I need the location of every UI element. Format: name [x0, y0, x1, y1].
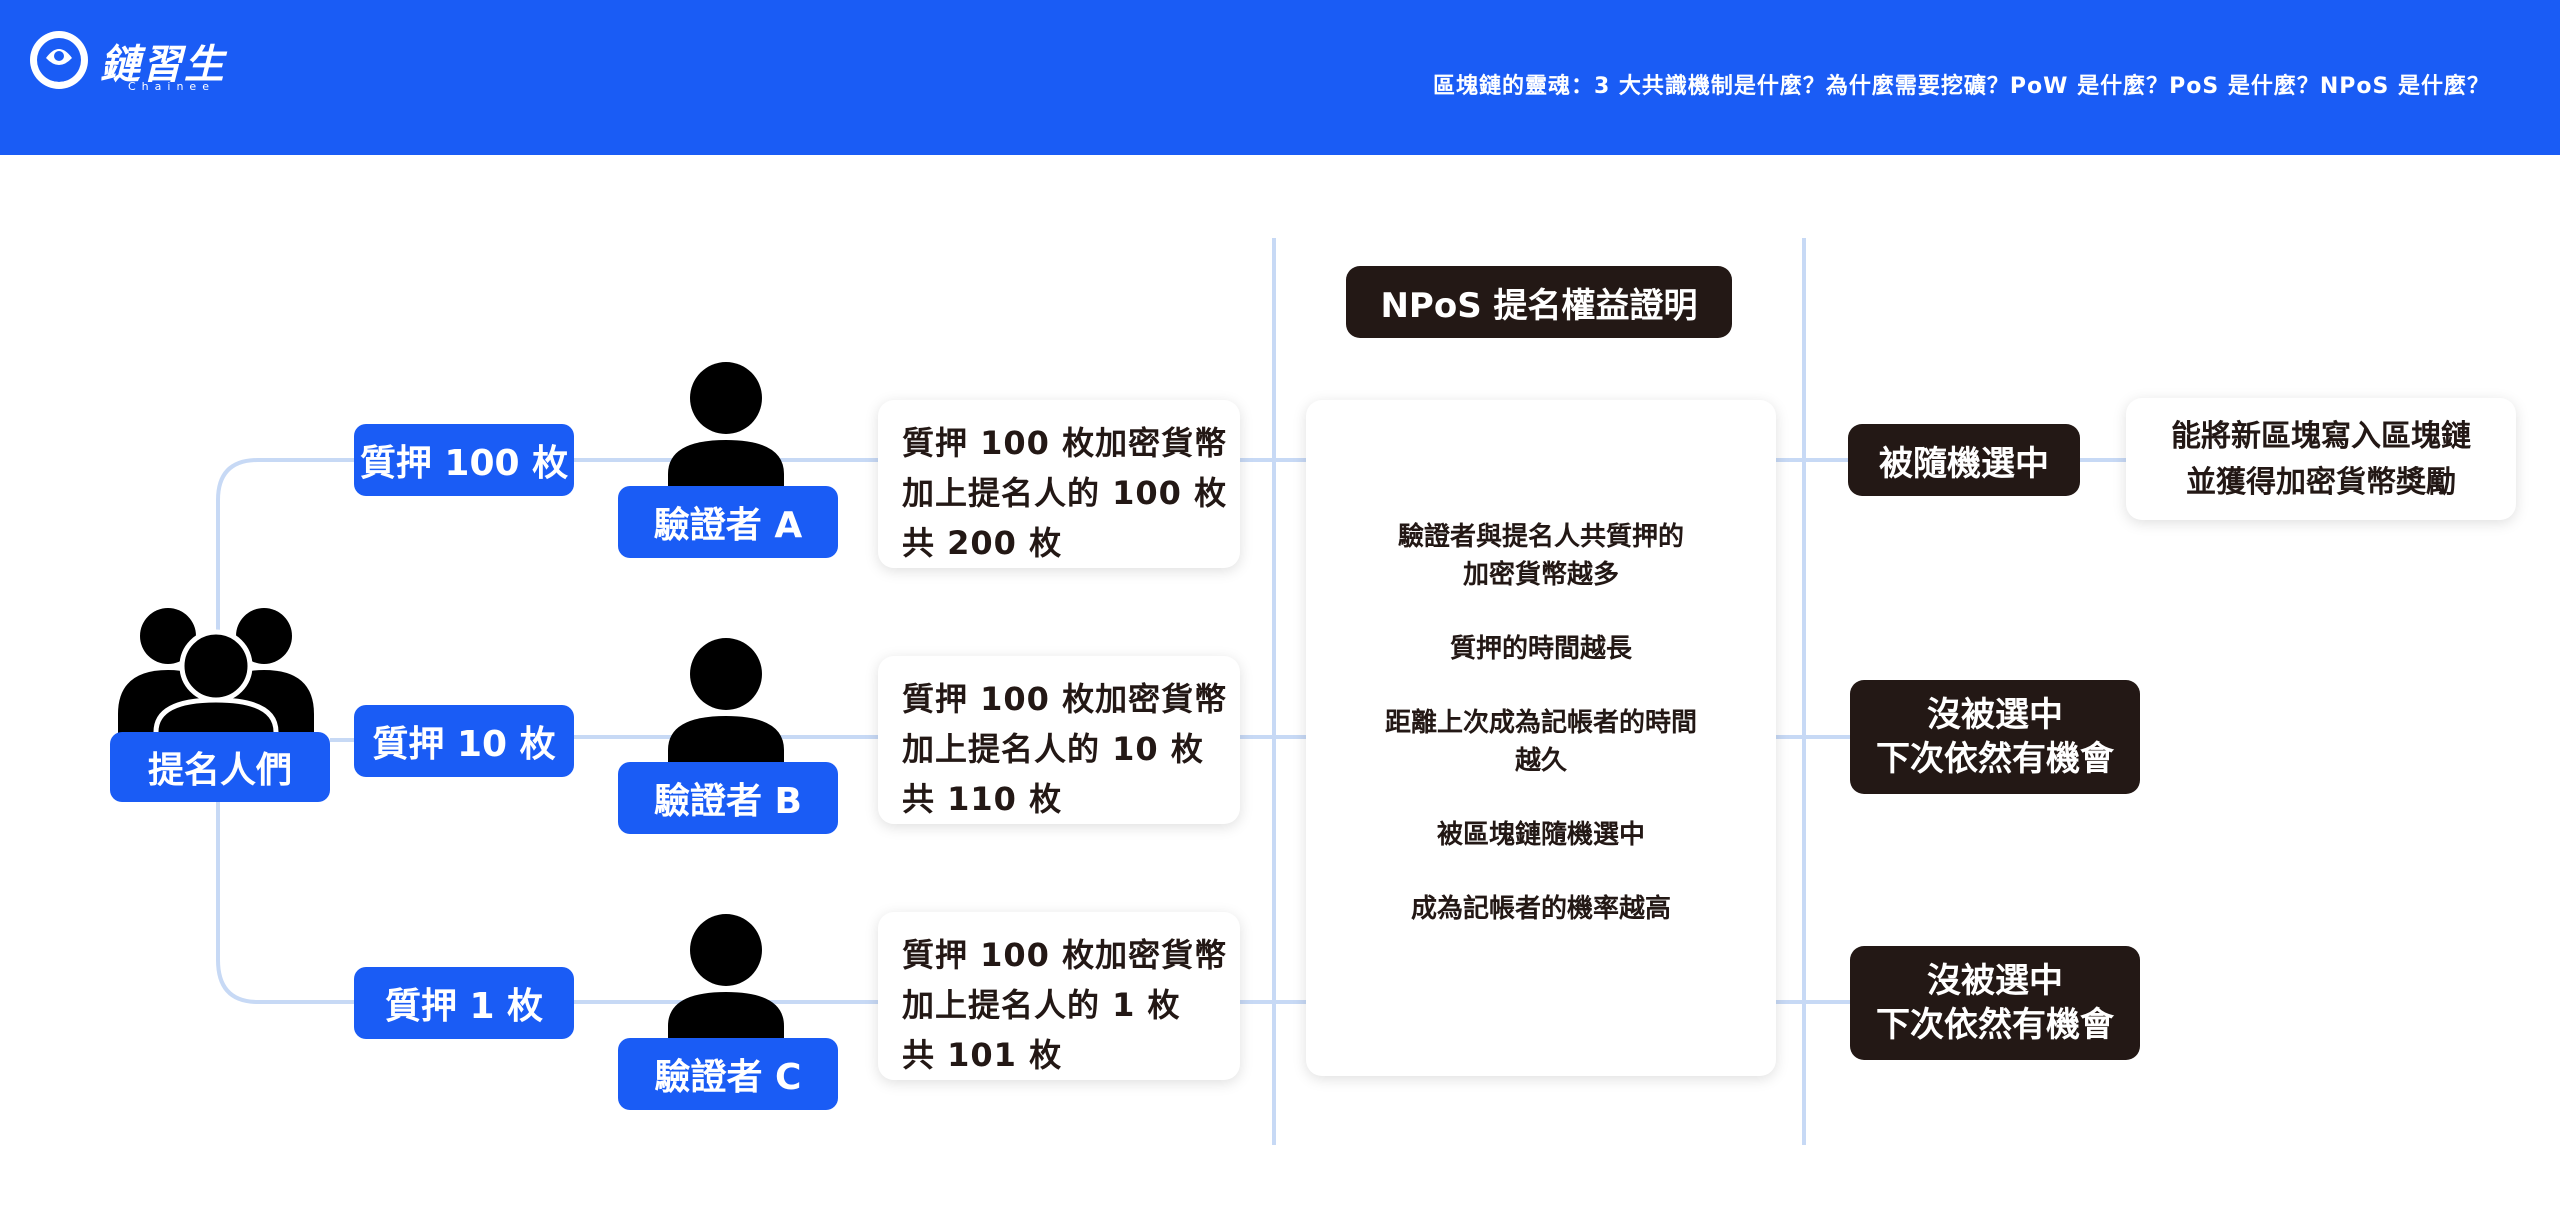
selected-result-line: 並獲得加密貨幣獎勵: [2186, 465, 2456, 500]
criteria-text: 越久: [1514, 746, 1567, 776]
criteria-item-result: 成為記帳者的機率越高: [1306, 890, 1776, 928]
npos-title: NPoS 提名權益證明: [1346, 266, 1732, 338]
criteria-item-duration: 質押的時間越長: [1306, 630, 1776, 668]
stake-card-b-line: 共 110 枚: [902, 780, 1063, 818]
criteria-item-random: 被區塊鏈隨機選中: [1306, 816, 1776, 854]
stake-card-b: 質押 100 枚加密貨幣 加上提名人的 10 枚 共 110 枚: [878, 656, 1240, 824]
criteria-text: 成為記帳者的機率越高: [1410, 894, 1671, 924]
stake-card-a-line: 加上提名人的 100 枚: [902, 474, 1228, 512]
validator-b-person-icon: [668, 638, 784, 766]
stake-card-b-line: 質押 100 枚加密貨幣: [902, 680, 1228, 718]
selected-result-card: 能將新區塊寫入區塊鏈 並獲得加密貨幣獎勵: [2126, 398, 2516, 520]
validator-b-label: 驗證者 B: [618, 762, 838, 834]
selected-badge: 被隨機選中: [1848, 424, 2080, 496]
not-selected-line: 沒被選中: [1927, 961, 2063, 1001]
validator-a-label: 驗證者 A: [618, 486, 838, 558]
stake-pill-10: 質押 10 枚: [354, 705, 574, 777]
selected-result-line: 能將新區塊寫入區塊鏈: [2171, 419, 2471, 454]
criteria-text: 加密貨幣越多: [1462, 560, 1619, 590]
not-selected-line: 下次依然有機會: [1876, 1005, 2114, 1045]
criteria-text: 驗證者與提名人共質押的: [1397, 522, 1684, 552]
npos-criteria-card: 驗證者與提名人共質押的 加密貨幣越多 質押的時間越長 距離上次成為記帳者的時間 …: [1306, 400, 1776, 1076]
criteria-text: 質押的時間越長: [1449, 634, 1632, 664]
criteria-item-last-time: 距離上次成為記帳者的時間 越久: [1306, 704, 1776, 780]
stake-pill-1: 質押 1 枚: [354, 967, 574, 1039]
not-selected-line: 下次依然有機會: [1876, 739, 2114, 779]
criteria-text: 被區塊鏈隨機選中: [1436, 820, 1645, 850]
stake-card-b-line: 加上提名人的 10 枚: [902, 730, 1204, 768]
stake-card-c-line: 質押 100 枚加密貨幣: [902, 936, 1228, 974]
not-selected-badge-b: 沒被選中 下次依然有機會: [1850, 680, 2140, 794]
validator-a-person-icon: [668, 362, 784, 490]
connector-lines: [216, 238, 2130, 1145]
stake-pill-100: 質押 100 枚: [354, 424, 574, 496]
not-selected-line: 沒被選中: [1927, 695, 2063, 735]
nominators-group-icon: [118, 608, 314, 744]
stake-card-c: 質押 100 枚加密貨幣 加上提名人的 1 枚 共 101 枚: [878, 912, 1240, 1080]
criteria-text: 距離上次成為記帳者的時間: [1384, 708, 1697, 738]
validator-c-label: 驗證者 C: [618, 1038, 838, 1110]
validator-c-person-icon: [668, 914, 784, 1042]
criteria-item-amount: 驗證者與提名人共質押的 加密貨幣越多: [1306, 518, 1776, 594]
stake-card-a: 質押 100 枚加密貨幣 加上提名人的 100 枚 共 200 枚: [878, 400, 1240, 568]
stake-card-c-line: 加上提名人的 1 枚: [902, 986, 1181, 1024]
not-selected-badge-c: 沒被選中 下次依然有機會: [1850, 946, 2140, 1060]
stake-card-c-line: 共 101 枚: [902, 1036, 1063, 1074]
stake-card-a-line: 共 200 枚: [902, 524, 1063, 562]
nominators-label: 提名人們: [110, 732, 330, 802]
stake-card-a-line: 質押 100 枚加密貨幣: [902, 424, 1228, 462]
